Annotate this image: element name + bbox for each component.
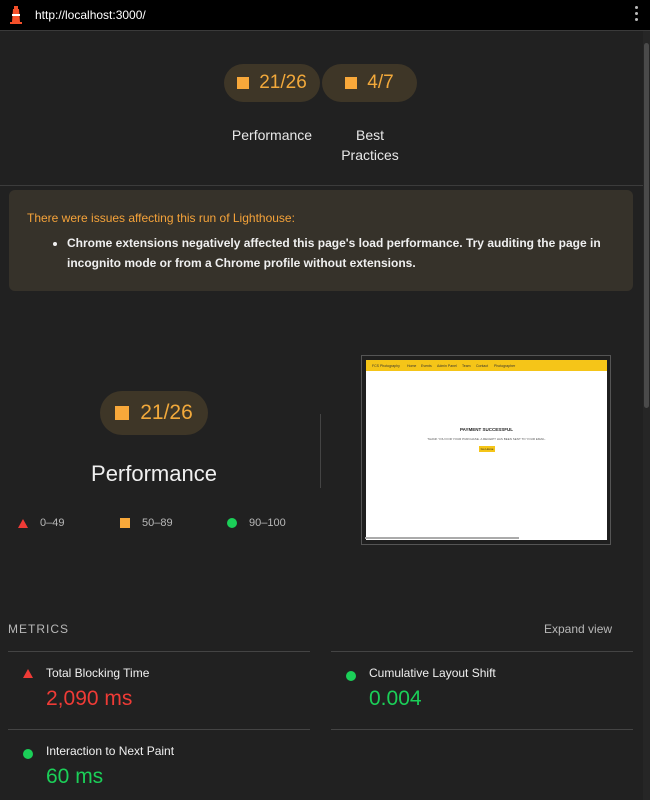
legend-range: 90–100 [249, 517, 286, 529]
category-label-performance[interactable]: Performance [222, 125, 322, 145]
warning-box: There were issues affecting this run of … [9, 190, 633, 291]
legend-range: 0–49 [40, 517, 65, 529]
average-square-icon [115, 406, 130, 420]
legend-range: 50–89 [142, 517, 173, 529]
pass-circle-icon [23, 749, 33, 759]
screenshot-scrollbar [365, 537, 519, 539]
metric-value: 2,090 ms [46, 687, 133, 710]
legend-pass: 90–100 [227, 515, 286, 531]
warning-list: Chrome extensions negatively affected th… [31, 233, 647, 273]
performance-score: 21/26 [140, 401, 193, 424]
metrics-title: METRICS [8, 622, 69, 636]
average-square-icon [345, 77, 358, 89]
performance-title: Performance [91, 461, 217, 486]
browser-top-bar: http://localhost:3000/ [0, 0, 650, 31]
metric-interaction-to-next-paint: Interaction to Next Paint 60 ms [8, 730, 298, 790]
metric-divider [331, 729, 633, 730]
metric-name: Interaction to Next Paint [46, 744, 175, 758]
performance-gauge: 21/26 [100, 391, 208, 435]
screenshot-heading: PAYMENT SUCCESSFUL [459, 427, 513, 432]
pass-circle-icon [227, 518, 237, 528]
category-score: 21/26 [259, 72, 307, 93]
metric-name: Total Blocking Time [46, 666, 150, 680]
metric-name: Cumulative Layout Shift [369, 666, 496, 680]
metric-value: 0.004 [369, 687, 422, 710]
expand-view-button[interactable]: Expand view [544, 622, 612, 636]
pass-circle-icon [346, 671, 356, 681]
metric-cumulative-layout-shift: Cumulative Layout Shift 0.004 [331, 652, 621, 712]
lighthouse-icon [10, 6, 22, 24]
metric-total-blocking-time: Total Blocking Time 2,090 ms [8, 652, 298, 712]
screenshot-page: FCS Photography Home Events Admin Panel … [366, 360, 607, 540]
screenshot-navbar: FCS Photography Home Events Admin Panel … [366, 360, 607, 371]
category-pill-performance[interactable]: 21/26 [224, 64, 320, 102]
header-divider [0, 185, 643, 186]
screenshot-button: Go Home [479, 446, 495, 452]
average-square-icon [237, 77, 250, 89]
legend-average: 50–89 [120, 515, 173, 531]
url-text[interactable]: http://localhost:3000/ [35, 8, 146, 22]
screenshot-subtext: THANK YOU FOR YOUR PURCHASE. A RECEIPT H… [427, 437, 546, 441]
gauge-divider [320, 414, 321, 488]
average-square-icon [120, 518, 130, 528]
warning-item: Chrome extensions negatively affected th… [67, 233, 647, 273]
fail-triangle-icon [23, 669, 33, 678]
fail-triangle-icon [18, 518, 28, 528]
legend-fail: 0–49 [18, 515, 64, 531]
category-score: 4/7 [367, 72, 394, 93]
final-screenshot[interactable]: FCS Photography Home Events Admin Panel … [361, 355, 611, 545]
warning-title: There were issues affecting this run of … [27, 211, 295, 225]
category-pill-best-practices[interactable]: 4/7 [322, 64, 417, 102]
more-vertical-icon[interactable] [633, 6, 639, 24]
metric-value: 60 ms [46, 765, 104, 788]
page-scrollbar[interactable] [643, 31, 650, 800]
category-label-best-practices[interactable]: Best Practices [320, 125, 420, 165]
scrollbar-thumb[interactable] [644, 43, 649, 408]
